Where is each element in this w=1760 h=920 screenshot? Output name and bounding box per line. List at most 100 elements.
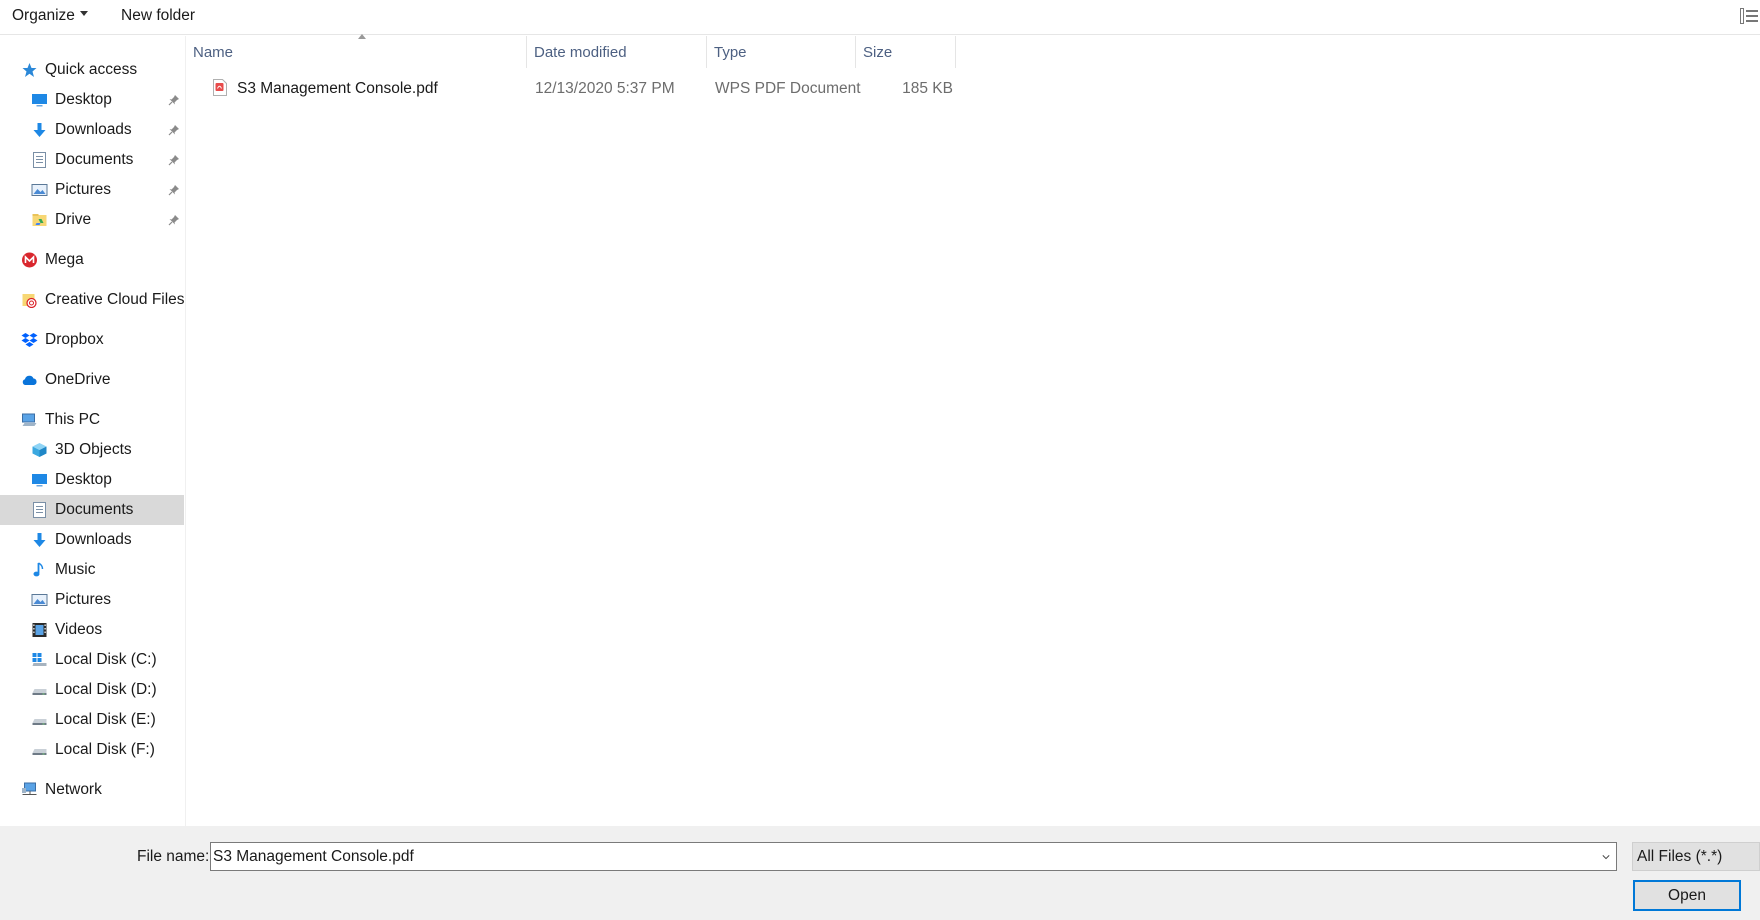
nav-pc-videos[interactable]: Videos [0,615,184,645]
pin-icon[interactable] [168,184,180,196]
nav-label: This PC [45,411,101,428]
column-headers: Name Date modified Type Size [186,34,956,68]
nav-label: Quick access [45,61,138,78]
command-bar: Organize New folder [0,0,1760,35]
nav-label: 3D Objects [55,441,132,458]
file-name: S3 Management Console.pdf [237,80,438,97]
file-type-filter-label: All Files (*.*) [1637,848,1723,865]
column-header-type[interactable]: Type [707,36,856,68]
nav-quick-pictures[interactable]: Pictures [0,175,184,205]
nav-label: Local Disk (E:) [55,711,156,728]
open-button[interactable]: Open [1633,880,1741,911]
windows-drive-icon [32,653,47,666]
file-type-filter[interactable]: All Files (*.*) [1632,842,1760,871]
star-icon [22,63,37,77]
nav-label: Pictures [55,181,111,198]
sort-ascending-icon [358,34,366,39]
downloads-icon [33,533,46,547]
column-header-date-modified[interactable]: Date modified [527,36,707,68]
column-label: Type [714,44,747,61]
videos-icon [32,623,47,637]
pin-icon[interactable] [168,214,180,226]
file-size: 185 KB [902,80,953,97]
pictures-icon [31,184,48,196]
dropbox-icon [21,333,38,347]
computer-icon [22,413,37,426]
nav-quick-downloads[interactable]: Downloads [0,115,184,145]
drive-folder-icon [32,214,47,226]
drive-icon [32,719,47,725]
nav-pc-downloads[interactable]: Downloads [0,525,184,555]
nav-pc-local-disk-f[interactable]: Local Disk (F:) [0,735,184,765]
nav-quick-documents[interactable]: Documents [0,145,184,175]
nav-pc-desktop[interactable]: Desktop [0,465,184,495]
music-icon [33,562,44,577]
view-options-icon[interactable] [1740,7,1760,25]
drive-icon [32,689,47,695]
nav-label: Mega [45,251,84,268]
file-date-modified: 12/13/2020 5:37 PM [535,80,675,97]
nav-pc-documents[interactable]: Documents [0,495,184,525]
pin-icon[interactable] [168,124,180,136]
nav-label: Dropbox [45,331,104,348]
nav-label: Local Disk (C:) [55,651,157,668]
network-icon [22,782,37,795]
creative-cloud-icon [22,294,37,308]
3d-objects-icon [32,443,47,457]
nav-label: Local Disk (D:) [55,681,157,698]
desktop-icon [32,474,47,487]
file-row[interactable]: S3 Management Console.pdf 12/13/2020 5:3… [206,75,956,103]
nav-quick-drive[interactable]: Drive [0,205,184,235]
column-label: Date modified [534,44,627,61]
nav-label: Videos [55,621,103,638]
nav-quick-desktop[interactable]: Desktop [0,85,184,115]
nav-label: Drive [55,211,92,228]
organize-button[interactable]: Organize [12,7,88,25]
pin-icon[interactable] [168,154,180,166]
drive-icon [32,749,47,755]
nav-label: Music [55,561,96,578]
documents-icon [33,502,46,518]
nav-label: Creative Cloud Files [45,291,185,308]
nav-mega[interactable]: Mega [0,245,184,275]
downloads-icon [33,123,46,137]
nav-label: OneDrive [45,371,111,388]
nav-label: Documents [55,501,134,518]
nav-quick-access[interactable]: Quick access [0,55,184,85]
chevron-down-icon[interactable] [1602,853,1610,861]
nav-pc-3d-objects[interactable]: 3D Objects [0,435,184,465]
file-name-combobox[interactable] [210,842,1617,871]
nav-label: Desktop [55,91,112,108]
column-header-name[interactable]: Name [186,34,527,68]
organize-label: Organize [12,7,75,24]
nav-pc-music[interactable]: Music [0,555,184,585]
nav-pc-pictures[interactable]: Pictures [0,585,184,615]
nav-label: Pictures [55,591,111,608]
file-name-label: File name: [137,848,210,865]
column-header-size[interactable]: Size [856,36,956,68]
nav-pc-local-disk-e[interactable]: Local Disk (E:) [0,705,184,735]
pdf-file-icon [213,79,227,96]
file-name-input[interactable] [213,845,1583,868]
nav-dropbox[interactable]: Dropbox [0,325,184,355]
chevron-down-icon [79,11,88,17]
nav-label: Local Disk (F:) [55,741,155,758]
navigation-pane: Quick access Desktop Downloads Documents… [0,36,186,826]
nav-pc-local-disk-d[interactable]: Local Disk (D:) [0,675,184,705]
nav-creative-cloud[interactable]: Creative Cloud Files [0,285,185,315]
nav-onedrive[interactable]: OneDrive [0,365,184,395]
nav-pc-local-disk-c[interactable]: Local Disk (C:) [0,645,184,675]
nav-label: Downloads [55,531,132,548]
column-label: Size [863,44,893,61]
dialog-footer: File name: All Files (*.*) Open [0,826,1760,920]
column-label: Name [193,44,234,61]
desktop-icon [32,94,47,107]
new-folder-button[interactable]: New folder [121,7,195,25]
nav-label: Network [45,781,102,798]
nav-network[interactable]: Network [0,775,184,805]
nav-this-pc[interactable]: This PC [0,405,184,435]
pin-icon[interactable] [168,94,180,106]
nav-label: Desktop [55,471,112,488]
documents-icon [33,152,46,168]
onedrive-cloud-icon [22,375,37,385]
